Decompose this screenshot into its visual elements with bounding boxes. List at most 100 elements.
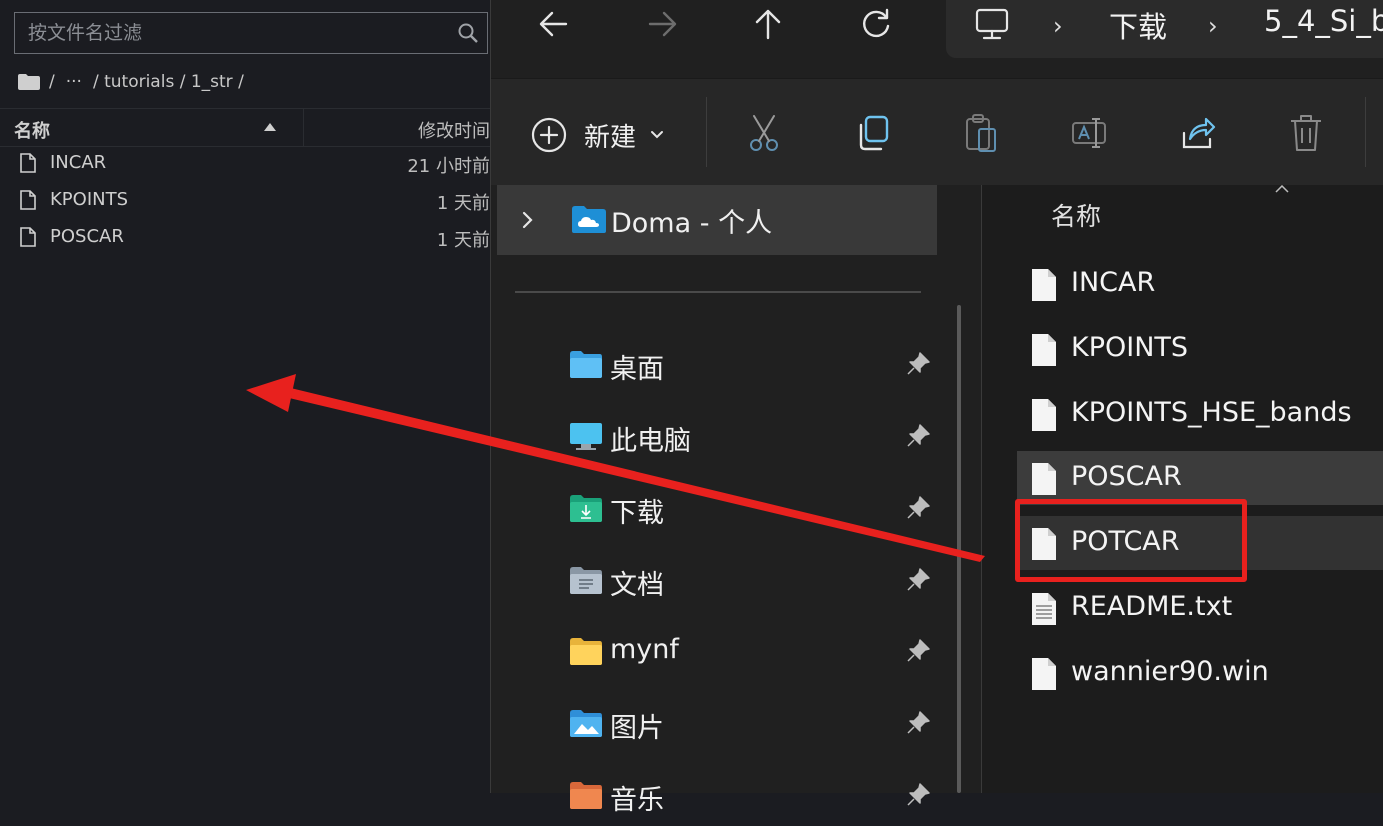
column-modified[interactable]: 修改时间 (418, 117, 490, 143)
documents-folder-icon (570, 567, 602, 594)
nav-onedrive[interactable]: Doma - 个人 (497, 185, 937, 255)
file-row[interactable]: INCAR 21 小时前 (0, 145, 490, 182)
file-icon (1032, 658, 1056, 690)
file-list-header: 名称 修改时间 (0, 108, 490, 147)
file-explorer-window: › 下载 › 5_4_Si_ba 新建 (490, 0, 1383, 816)
file-modified: 1 天前 (436, 230, 490, 251)
folder-icon[interactable] (18, 74, 40, 90)
file-icon (20, 153, 36, 173)
file-row[interactable]: POSCAR 1 天前 (0, 219, 490, 256)
file-row[interactable]: INCAR (1017, 257, 1383, 311)
copy-icon[interactable] (855, 113, 891, 153)
up-arrow-icon[interactable] (750, 8, 786, 40)
desktop-folder-icon (570, 351, 602, 378)
column-name[interactable]: 名称 (1051, 197, 1101, 233)
file-icon (1032, 334, 1056, 366)
paste-icon[interactable] (963, 113, 999, 153)
pin-icon[interactable] (905, 782, 931, 808)
file-modified: 21 小时前 (407, 156, 490, 177)
rename-icon[interactable] (1071, 113, 1107, 153)
file-name: KPOINTS_HSE_bands (1071, 397, 1352, 428)
toolbar-divider (1365, 97, 1366, 167)
share-icon[interactable] (1180, 113, 1216, 153)
sort-ascending-icon[interactable] (264, 123, 276, 131)
chevron-right-icon[interactable]: › (1208, 12, 1218, 40)
delete-icon[interactable] (1288, 113, 1324, 153)
file-icon (20, 227, 36, 247)
file-row[interactable]: KPOINTS (1017, 322, 1383, 376)
cut-icon[interactable] (746, 113, 782, 153)
file-list-pane: 名称 INCAR KPOINTS KPOINTS_HSE_bands POSCA… (982, 185, 1383, 793)
nav-scrollbar[interactable] (957, 305, 961, 793)
nav-item-desktop[interactable]: 桌面 (491, 335, 961, 395)
expand-chevron-icon[interactable] (521, 207, 535, 233)
nav-item-label: 下载 (610, 498, 664, 529)
file-row[interactable]: README.txt (1017, 581, 1383, 635)
filter-input[interactable] (15, 13, 445, 53)
file-row[interactable]: KPOINTS_HSE_bands (1017, 387, 1383, 441)
file-name: KPOINTS (1071, 332, 1189, 363)
folder-icon (570, 638, 602, 665)
nav-item-label: 桌面 (610, 354, 664, 385)
breadcrumb-root[interactable]: / (49, 72, 55, 92)
breadcrumb-path[interactable]: / tutorials / 1_str / (93, 72, 244, 92)
navigation-pane: Doma - 个人 桌面 此电脑 下载 文档 mynf 图片 音乐 (491, 185, 981, 816)
text-file-icon (1032, 593, 1056, 625)
refresh-icon[interactable] (859, 8, 895, 40)
nav-item-mynf[interactable]: mynf (491, 622, 961, 682)
file-row[interactable]: KPOINTS 1 天前 (0, 182, 490, 219)
file-name: POSCAR (50, 226, 124, 247)
file-row[interactable]: wannier90.win (1017, 646, 1383, 700)
downloads-folder-icon (570, 495, 602, 522)
highlight-box-potcar (1015, 499, 1247, 582)
address-bar[interactable]: › 下载 › 5_4_Si_ba (946, 0, 1383, 58)
nav-item-label: 文档 (610, 570, 664, 601)
onedrive-label: Doma - 个人 (611, 208, 773, 239)
breadcrumb: / ··· / tutorials / 1_str / (18, 70, 247, 94)
nav-item-downloads[interactable]: 下载 (491, 479, 961, 539)
address-segment-folder[interactable]: 5_4_Si_ba (1264, 4, 1383, 38)
file-name: README.txt (1071, 591, 1233, 622)
nav-divider (515, 291, 921, 293)
nav-item-this-pc[interactable]: 此电脑 (491, 407, 961, 467)
forward-arrow-icon[interactable] (644, 8, 680, 40)
pin-icon[interactable] (905, 495, 931, 521)
monitor-icon (570, 423, 602, 450)
file-name: KPOINTS (50, 189, 129, 210)
this-pc-icon[interactable] (974, 6, 1010, 42)
sort-caret-icon[interactable] (1275, 185, 1289, 193)
file-name: INCAR (1071, 267, 1156, 298)
file-row-hovered[interactable]: POSCAR (1017, 451, 1383, 505)
onedrive-folder-icon (572, 206, 606, 233)
chevron-down-icon (651, 131, 664, 139)
toolbar-divider (706, 97, 707, 167)
nav-item-music[interactable]: 音乐 (491, 766, 961, 826)
pin-icon[interactable] (905, 351, 931, 377)
nav-item-pictures[interactable]: 图片 (491, 694, 961, 754)
address-segment-downloads[interactable]: 下载 (1109, 4, 1167, 46)
file-icon (1032, 463, 1056, 495)
command-bar: 新建 (491, 78, 1383, 186)
pin-icon[interactable] (905, 710, 931, 736)
nav-item-label: 此电脑 (610, 426, 691, 457)
breadcrumb-ellipsis[interactable]: ··· (66, 72, 82, 92)
column-divider[interactable] (303, 109, 304, 146)
new-button[interactable]: 新建 (531, 115, 664, 155)
back-arrow-icon[interactable] (536, 8, 572, 40)
file-name: wannier90.win (1071, 656, 1269, 687)
column-name[interactable]: 名称 (14, 117, 50, 143)
filter-box (14, 12, 488, 54)
file-modified: 1 天前 (436, 193, 490, 214)
nav-item-documents[interactable]: 文档 (491, 551, 961, 611)
title-bar: › 下载 › 5_4_Si_ba (491, 0, 1383, 78)
nav-item-label: mynf (610, 634, 679, 665)
pin-icon[interactable] (905, 423, 931, 449)
file-name: INCAR (50, 152, 107, 173)
search-icon[interactable] (457, 22, 479, 44)
pin-icon[interactable] (905, 638, 931, 664)
chevron-right-icon[interactable]: › (1053, 12, 1063, 40)
file-name: POSCAR (1071, 461, 1182, 492)
jupyter-file-browser: / ··· / tutorials / 1_str / 名称 修改时间 INCA… (0, 0, 490, 793)
pin-icon[interactable] (905, 567, 931, 593)
nav-item-label: 图片 (610, 713, 664, 744)
